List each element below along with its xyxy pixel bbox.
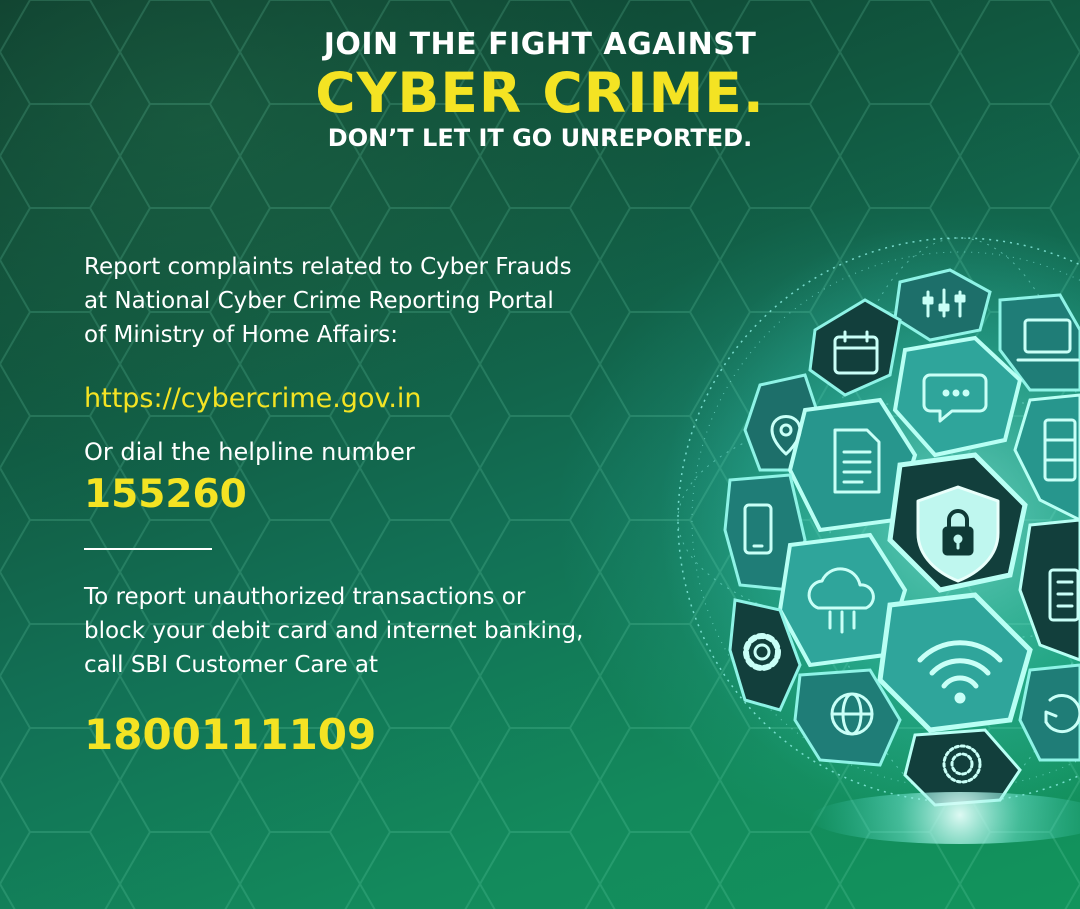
header-title: CYBER CRIME. <box>315 61 765 125</box>
globe-base-glow <box>810 792 1080 844</box>
poster-header: JOIN THE FIGHT AGAINST CYBER CRIME. DON’… <box>0 27 1080 153</box>
sbi-intro-line: block your debit card and internet banki… <box>84 618 584 644</box>
portal-intro-line: of Ministry of Home Affairs: <box>84 322 399 348</box>
cyber-crime-poster: JOIN THE FIGHT AGAINST CYBER CRIME. DON’… <box>0 0 1080 909</box>
portal-intro-line: Report complaints related to Cyber Fraud… <box>84 254 572 280</box>
helpline-number: 155260 <box>84 472 247 517</box>
cybercrime-portal-link[interactable]: https://cybercrime.gov.in <box>84 379 664 419</box>
info-content: Report complaints related to Cyber Fraud… <box>84 250 664 760</box>
helpline-label: Or dial the helpline number <box>84 438 415 466</box>
header-tagline-bottom: DON’T LET IT GO UNREPORTED. <box>327 124 753 152</box>
sbi-intro-line: To report unauthorized transactions or <box>84 584 526 610</box>
cyber-globe-illustration <box>660 230 1080 844</box>
portal-intro-line: at National Cyber Crime Reporting Portal <box>84 288 554 314</box>
header-tagline-top: JOIN THE FIGHT AGAINST <box>323 27 757 62</box>
portal-intro-text: Report complaints related to Cyber Fraud… <box>84 250 664 352</box>
sbi-intro-line: call SBI Customer Care at <box>84 652 379 678</box>
sbi-intro-text: To report unauthorized transactions or b… <box>84 580 664 682</box>
sbi-customer-care-number: 1800111109 <box>84 710 377 759</box>
section-divider <box>84 548 212 550</box>
